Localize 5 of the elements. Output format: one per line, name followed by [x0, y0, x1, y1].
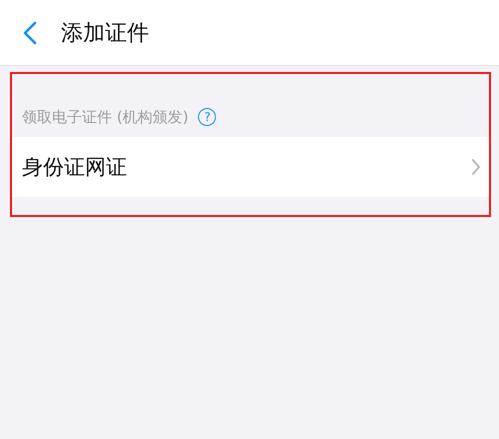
back-icon[interactable]	[23, 20, 37, 44]
section-header: 领取电子证件 (机构颁发)	[22, 108, 188, 126]
list-item[interactable]: 身份证网证	[12, 137, 489, 197]
page-title: 添加证件	[61, 20, 149, 48]
chevron-icon	[471, 158, 481, 176]
